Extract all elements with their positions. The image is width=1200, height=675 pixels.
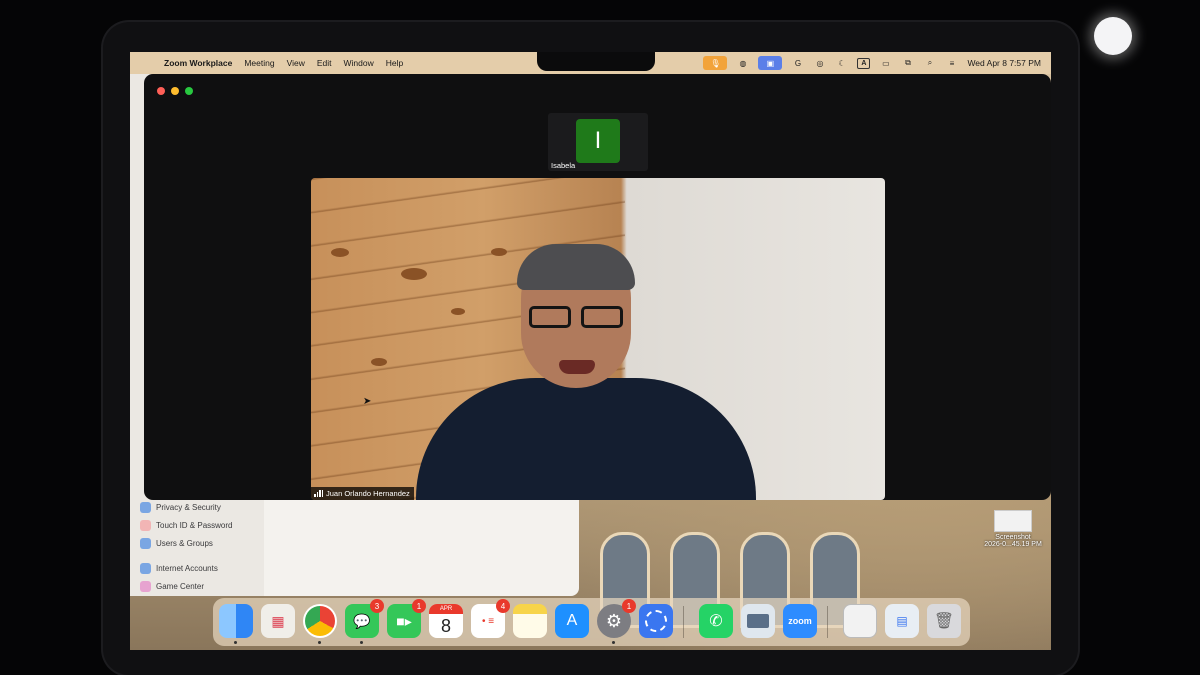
sidebar-item-touch-id[interactable]: Touch ID & Password [140, 520, 232, 531]
notification-badge: 1 [622, 599, 636, 613]
desktop-screenshot-file[interactable]: Screenshot 2026-0...45.19 PM [983, 510, 1043, 548]
menu-edit[interactable]: Edit [317, 58, 332, 68]
facetime-icon[interactable]: ■▸ 1 [387, 599, 426, 638]
wood-knot [401, 268, 427, 280]
speaker-hair [517, 244, 635, 290]
screen-share-icon[interactable]: ▣ [758, 56, 783, 70]
gear-icon[interactable]: ⚙ 1 [597, 599, 636, 644]
dock: ▦ 💬 3 ■▸ 1 APR 8 • ≡ 4 A ⚙ 1 ✆ zoom ▤ 🗑 [213, 598, 970, 646]
battery-icon[interactable]: ▭ [879, 57, 892, 69]
at-sign-icon [140, 563, 151, 574]
laptop-screen: Privacy & Security Touch ID & Password U… [130, 52, 1051, 650]
minimize-window-button[interactable] [171, 87, 179, 95]
participant-name: Isabela [551, 161, 576, 170]
participant-tile-isabela[interactable]: I Isabela [548, 113, 648, 171]
document-icon[interactable] [843, 604, 877, 638]
focus-moon-icon[interactable]: ☾ [835, 57, 848, 69]
file-name-detail: 2026-0...45.19 PM [984, 541, 1042, 548]
running-indicator [234, 641, 237, 644]
menu-meeting[interactable]: Meeting [244, 58, 274, 68]
zoom-meeting-window: I Isabela ➤ Juan Orlando Hernandez [144, 74, 1051, 500]
status-menus: 🎙 ◍ ▣ G ◎ ☾ A ▭ ⧉ ⌕ ≡ Wed Apr 8 7:57 PM [703, 52, 1041, 74]
running-indicator [360, 641, 363, 644]
zoom-icon[interactable]: zoom [783, 604, 817, 638]
file-name: Screenshot [995, 534, 1031, 541]
running-indicator [318, 641, 321, 644]
wood-knot [491, 248, 507, 256]
signal-icon[interactable] [639, 604, 673, 638]
mouse-cursor-icon: ➤ [363, 396, 372, 407]
game-center-icon [140, 581, 151, 592]
avatar: I [576, 119, 620, 163]
airdrop-icon[interactable]: ◎ [813, 57, 826, 69]
reminders-icon[interactable]: • ≡ 4 [471, 599, 510, 638]
close-window-button[interactable] [157, 87, 165, 95]
menu-view[interactable]: View [287, 58, 305, 68]
wood-knot [371, 358, 387, 366]
input-source-icon[interactable]: A [857, 57, 871, 69]
control-center-icon[interactable]: ≡ [945, 57, 958, 69]
spotlight-search-icon[interactable]: ⌕ [923, 57, 936, 69]
whatsapp-icon[interactable]: ✆ [699, 604, 733, 638]
users-icon [140, 538, 151, 549]
app-store-icon[interactable]: A [555, 604, 589, 638]
wood-knot [451, 308, 465, 315]
trash-icon[interactable]: 🗑 [927, 604, 961, 638]
active-speaker-video[interactable]: ➤ Juan Orlando Hernandez [311, 178, 885, 500]
running-indicator [612, 641, 615, 644]
speaker-glasses [527, 306, 627, 330]
sidebar-item-game-center[interactable]: Game Center [140, 581, 204, 592]
chrome-icon[interactable] [303, 604, 337, 644]
dock-separator [827, 606, 828, 638]
notification-badge: 1 [412, 599, 426, 613]
screen-mirroring-icon[interactable]: ⧉ [901, 57, 914, 69]
notes-icon[interactable] [513, 604, 547, 638]
speaker-name-tag: Juan Orlando Hernandez [311, 487, 414, 500]
mic-in-use-icon[interactable]: 🎙 [703, 56, 728, 70]
sidebar-item-privacy[interactable]: Privacy & Security [140, 502, 221, 513]
camera-notch [537, 52, 655, 71]
grammarly-icon[interactable]: G [791, 57, 804, 69]
notification-badge: 3 [370, 599, 384, 613]
hand-icon [140, 502, 151, 513]
menu-help[interactable]: Help [386, 58, 403, 68]
light-glare [1094, 17, 1132, 55]
speaker-mouth [559, 360, 595, 374]
dock-separator [683, 606, 684, 638]
downloads-stack-icon[interactable]: ▤ [885, 604, 919, 638]
fingerprint-icon [140, 520, 151, 531]
app-menu[interactable]: Zoom Workplace [164, 58, 232, 68]
menu-window[interactable]: Window [344, 58, 374, 68]
launchpad-icon[interactable]: ▦ [261, 604, 295, 638]
calendar-day: 8 [440, 615, 451, 636]
lens [529, 306, 571, 328]
notification-badge: 4 [496, 599, 510, 613]
finder-icon[interactable] [219, 604, 253, 644]
sidebar-item-users[interactable]: Users & Groups [140, 538, 213, 549]
file-thumbnail [994, 510, 1032, 532]
signal-strength-icon [314, 490, 323, 497]
menu-clock[interactable]: Wed Apr 8 7:57 PM [967, 58, 1041, 68]
sidebar-item-internet-accounts[interactable]: Internet Accounts [140, 563, 218, 574]
caption-icon[interactable]: ◍ [736, 57, 749, 69]
preview-icon[interactable] [741, 604, 775, 638]
wood-knot [331, 248, 349, 257]
zoom-window-button[interactable] [185, 87, 193, 95]
calendar-icon[interactable]: APR 8 [429, 604, 463, 638]
lens [581, 306, 623, 328]
messages-icon[interactable]: 💬 3 [345, 599, 384, 644]
calendar-month: APR [429, 604, 463, 614]
